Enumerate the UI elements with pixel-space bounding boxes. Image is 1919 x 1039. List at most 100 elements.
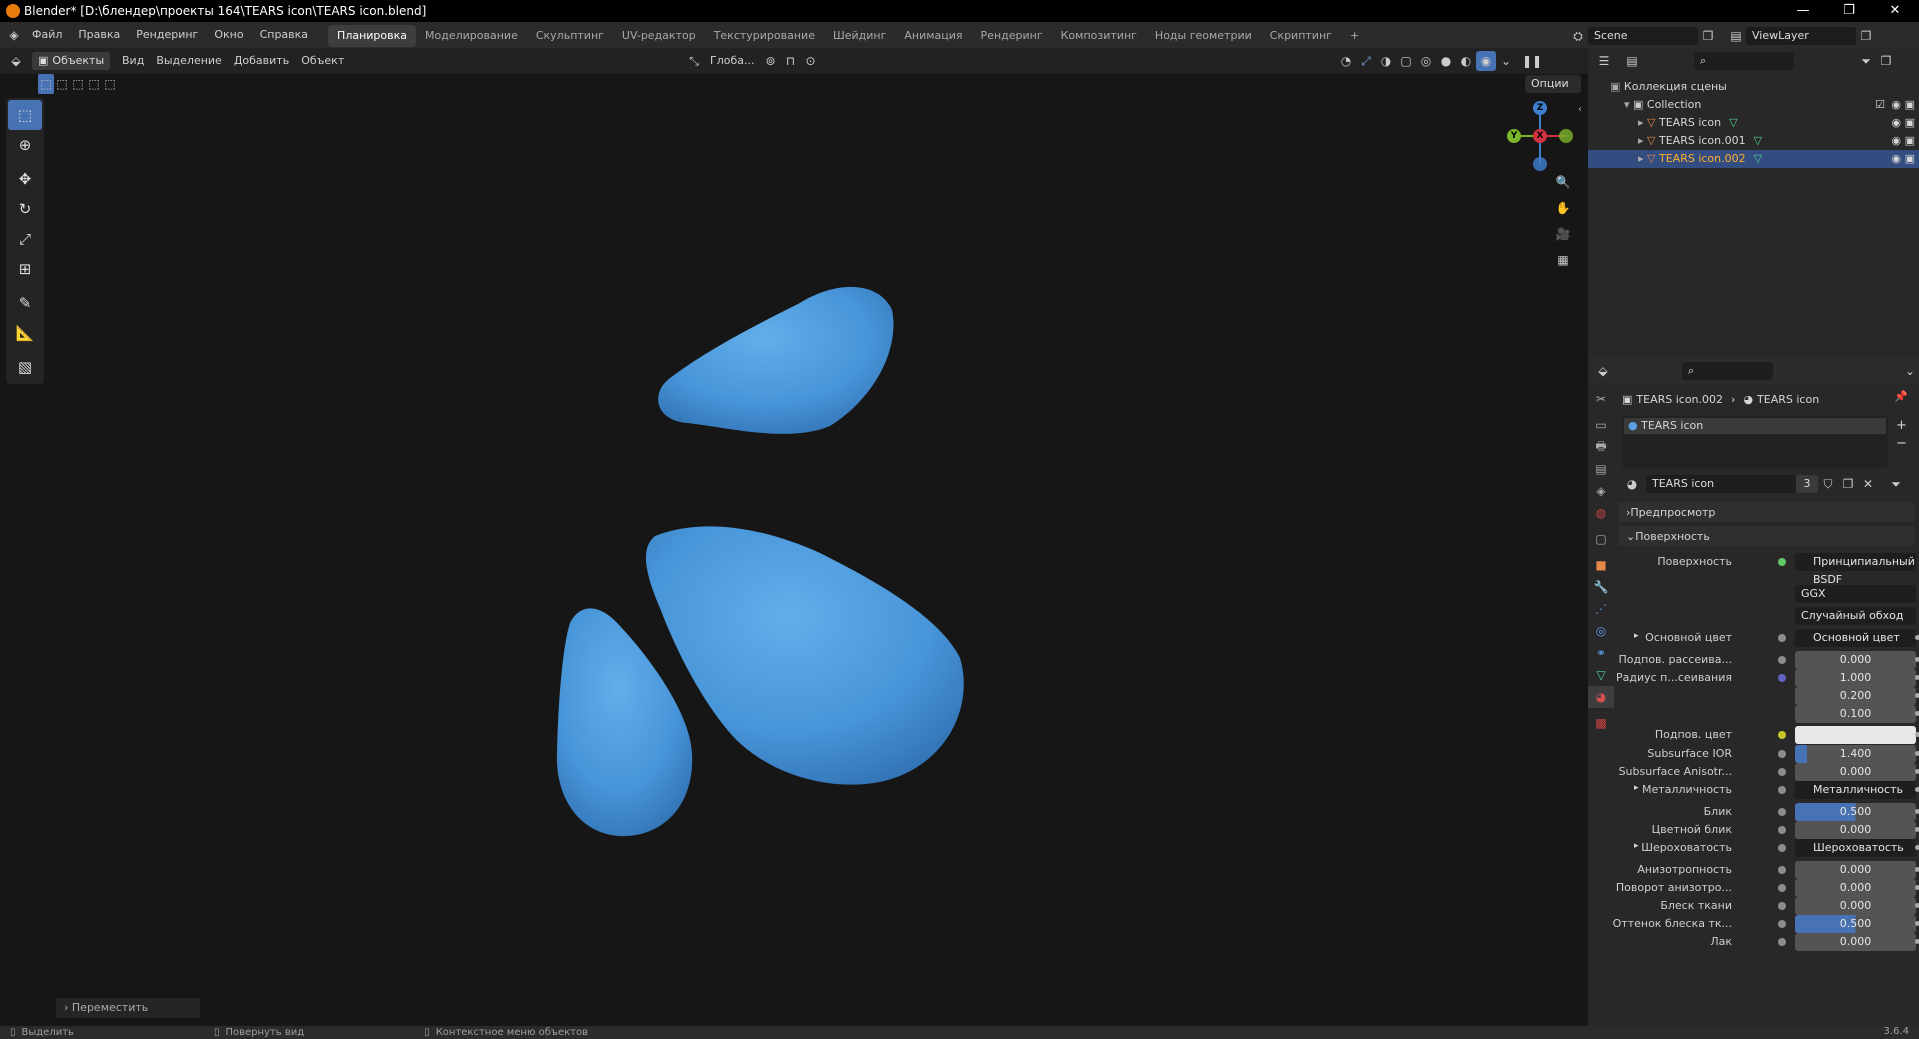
view-layer-tab-icon[interactable]: ▤ [1588,458,1614,480]
minimize-button[interactable]: — [1780,0,1826,22]
keyframe-dot-icon[interactable] [1915,903,1919,908]
socket-icon[interactable] [1778,731,1786,739]
expand-arrow-icon[interactable]: ▸ [1634,783,1639,793]
menu-object[interactable]: Объект [295,51,350,71]
user-count-badge[interactable]: 3 [1796,475,1818,493]
outliner-search-input[interactable]: ⌕ [1694,52,1794,70]
socket-icon[interactable] [1778,902,1786,910]
add-slot-button[interactable]: + [1896,418,1907,433]
socket-icon[interactable] [1778,656,1786,664]
socket-icon[interactable] [1778,808,1786,816]
visibility-eye-icon[interactable]: ◉ [1891,114,1901,132]
blender-menu-icon[interactable]: ◈ [4,25,24,45]
socket-icon[interactable] [1778,920,1786,928]
socket-icon[interactable] [1778,884,1786,892]
render-camera-icon[interactable]: ▣ [1905,114,1915,132]
input-value-field[interactable]: 0.000 [1795,897,1916,915]
input-value-field[interactable]: 0.000 [1795,933,1916,951]
socket-icon[interactable] [1778,674,1786,682]
menu-file[interactable]: Файл [24,22,70,48]
pan-hand-icon[interactable]: ✋ [1553,198,1573,218]
socket-icon[interactable] [1778,634,1786,642]
pin-icon[interactable]: 📌 [1894,390,1908,403]
socket-icon[interactable] [1778,844,1786,852]
navigation-gizmo[interactable]: Z Y X [1500,98,1580,178]
input-value-field[interactable]: 0.500 [1795,803,1916,821]
render-tab-icon[interactable]: ▭ [1588,414,1614,436]
input-value-field[interactable] [1795,726,1916,744]
surface-panel-header[interactable]: ⌄ Поверхность [1618,526,1914,546]
socket-icon[interactable] [1778,938,1786,946]
tab-modeling[interactable]: Моделирование [416,25,527,47]
expand-arrow-icon[interactable]: ▸ [1634,841,1639,851]
input-value-field[interactable]: 0.100 [1795,705,1916,723]
properties-options-icon[interactable]: ⌄ [1901,361,1919,381]
display-mode-icon[interactable]: ▤ [1622,51,1642,71]
expand-arrow-icon[interactable]: ▸ [1634,631,1639,641]
object-tab-icon[interactable]: ■ [1588,554,1614,576]
object-row-tears-icon-002[interactable]: ▸ ▽ TEARS icon.002 ▽ ◉ ▣ [1588,150,1919,168]
select-extend-icon[interactable]: ⬚ [54,74,70,94]
rotate-tool-icon[interactable]: ↻ [8,194,42,224]
material-slot-item[interactable]: ● TEARS icon [1624,418,1886,434]
menu-help[interactable]: Справка [252,22,316,48]
socket-icon[interactable] [1778,768,1786,776]
pivot-icon[interactable]: ⊚ [760,51,780,71]
tool-tab-icon[interactable]: ✂ [1588,388,1614,410]
pause-render-icon[interactable]: ❚❚ [1522,51,1542,71]
menu-view[interactable]: Вид [116,51,150,71]
remove-slot-button[interactable]: − [1896,436,1907,451]
new-viewlayer-icon[interactable]: ❐ [1856,26,1876,46]
gizmo-neg-z-axis[interactable] [1533,157,1547,171]
select-invert-icon[interactable]: ⬚ [86,74,102,94]
tab-animation[interactable]: Анимация [895,25,971,47]
cursor-tool-icon[interactable]: ⊕ [8,130,42,160]
input-value-field[interactable]: 0.000 [1795,763,1916,781]
world-tab-icon[interactable]: ◍ [1588,502,1614,524]
material-shading-icon[interactable]: ◐ [1456,51,1476,71]
input-value-field[interactable]: 1.000 [1795,669,1916,687]
new-scene-icon[interactable]: ❐ [1698,26,1718,46]
rendered-shading-icon[interactable]: ◉ [1476,51,1496,71]
keyframe-dot-icon[interactable] [1915,675,1919,680]
add-cube-tool-icon[interactable]: ▧ [8,352,42,382]
proportional-edit-icon[interactable]: ⊙ [800,51,820,71]
visibility-icon[interactable]: ◔ [1336,51,1356,71]
collection-tab-icon[interactable]: ▢ [1588,528,1614,550]
select-intersect-icon[interactable]: ⬚ [102,74,118,94]
keyframe-dot-icon[interactable] [1915,867,1919,872]
menu-window[interactable]: Окно [206,22,251,48]
keyframe-dot-icon[interactable] [1915,827,1919,832]
wireframe-shading-icon[interactable]: ◎ [1416,51,1436,71]
input-value-field[interactable]: 0.000 [1795,651,1916,669]
options-dropdown[interactable]: Опции [1525,75,1581,93]
socket-icon[interactable] [1778,826,1786,834]
input-value-field[interactable]: 0.500 [1795,915,1916,933]
sidebar-toggle-icon[interactable]: ‹ [1578,104,1582,115]
modifier-tab-icon[interactable]: 🔧 [1588,576,1614,598]
input-value-field[interactable]: 0.000 [1795,821,1916,839]
subsurface-method-dropdown[interactable]: Случайный обход [1795,607,1916,625]
keyframe-dot-icon[interactable] [1915,885,1919,890]
transform-tool-icon[interactable]: ⊞ [8,254,42,284]
properties-editor-icon[interactable]: ⬙ [1594,361,1612,381]
preview-panel-header[interactable]: › Предпросмотр [1618,502,1914,522]
scene-collection-row[interactable]: ▣ Коллекция сцены [1588,78,1919,96]
select-new-icon[interactable]: ⬚ [38,74,54,94]
keyframe-dot-icon[interactable] [1915,635,1919,640]
visibility-eye-icon[interactable]: ◉ [1891,132,1901,150]
menu-select[interactable]: Выделение [150,51,228,71]
keyframe-dot-icon[interactable] [1915,809,1919,814]
zoom-icon[interactable]: 🔍 [1553,172,1573,192]
gizmo-neg-x-axis[interactable] [1559,129,1573,143]
properties-search-input[interactable]: ⌕ [1681,362,1774,380]
keyframe-dot-icon[interactable] [1915,751,1919,756]
output-tab-icon[interactable]: 🖶 [1588,436,1614,458]
input-value-field[interactable]: 0.000 [1795,879,1916,897]
render-camera-icon[interactable]: ▣ [1905,96,1915,114]
gizmo-z-axis[interactable]: Z [1533,101,1547,115]
gizmo-toggle-icon[interactable]: ⤢ [1356,51,1376,71]
input-value-field[interactable]: 0.000 [1795,861,1916,879]
fake-user-icon[interactable]: ⛉ [1818,474,1838,494]
input-value-field[interactable]: 0.200 [1795,687,1916,705]
